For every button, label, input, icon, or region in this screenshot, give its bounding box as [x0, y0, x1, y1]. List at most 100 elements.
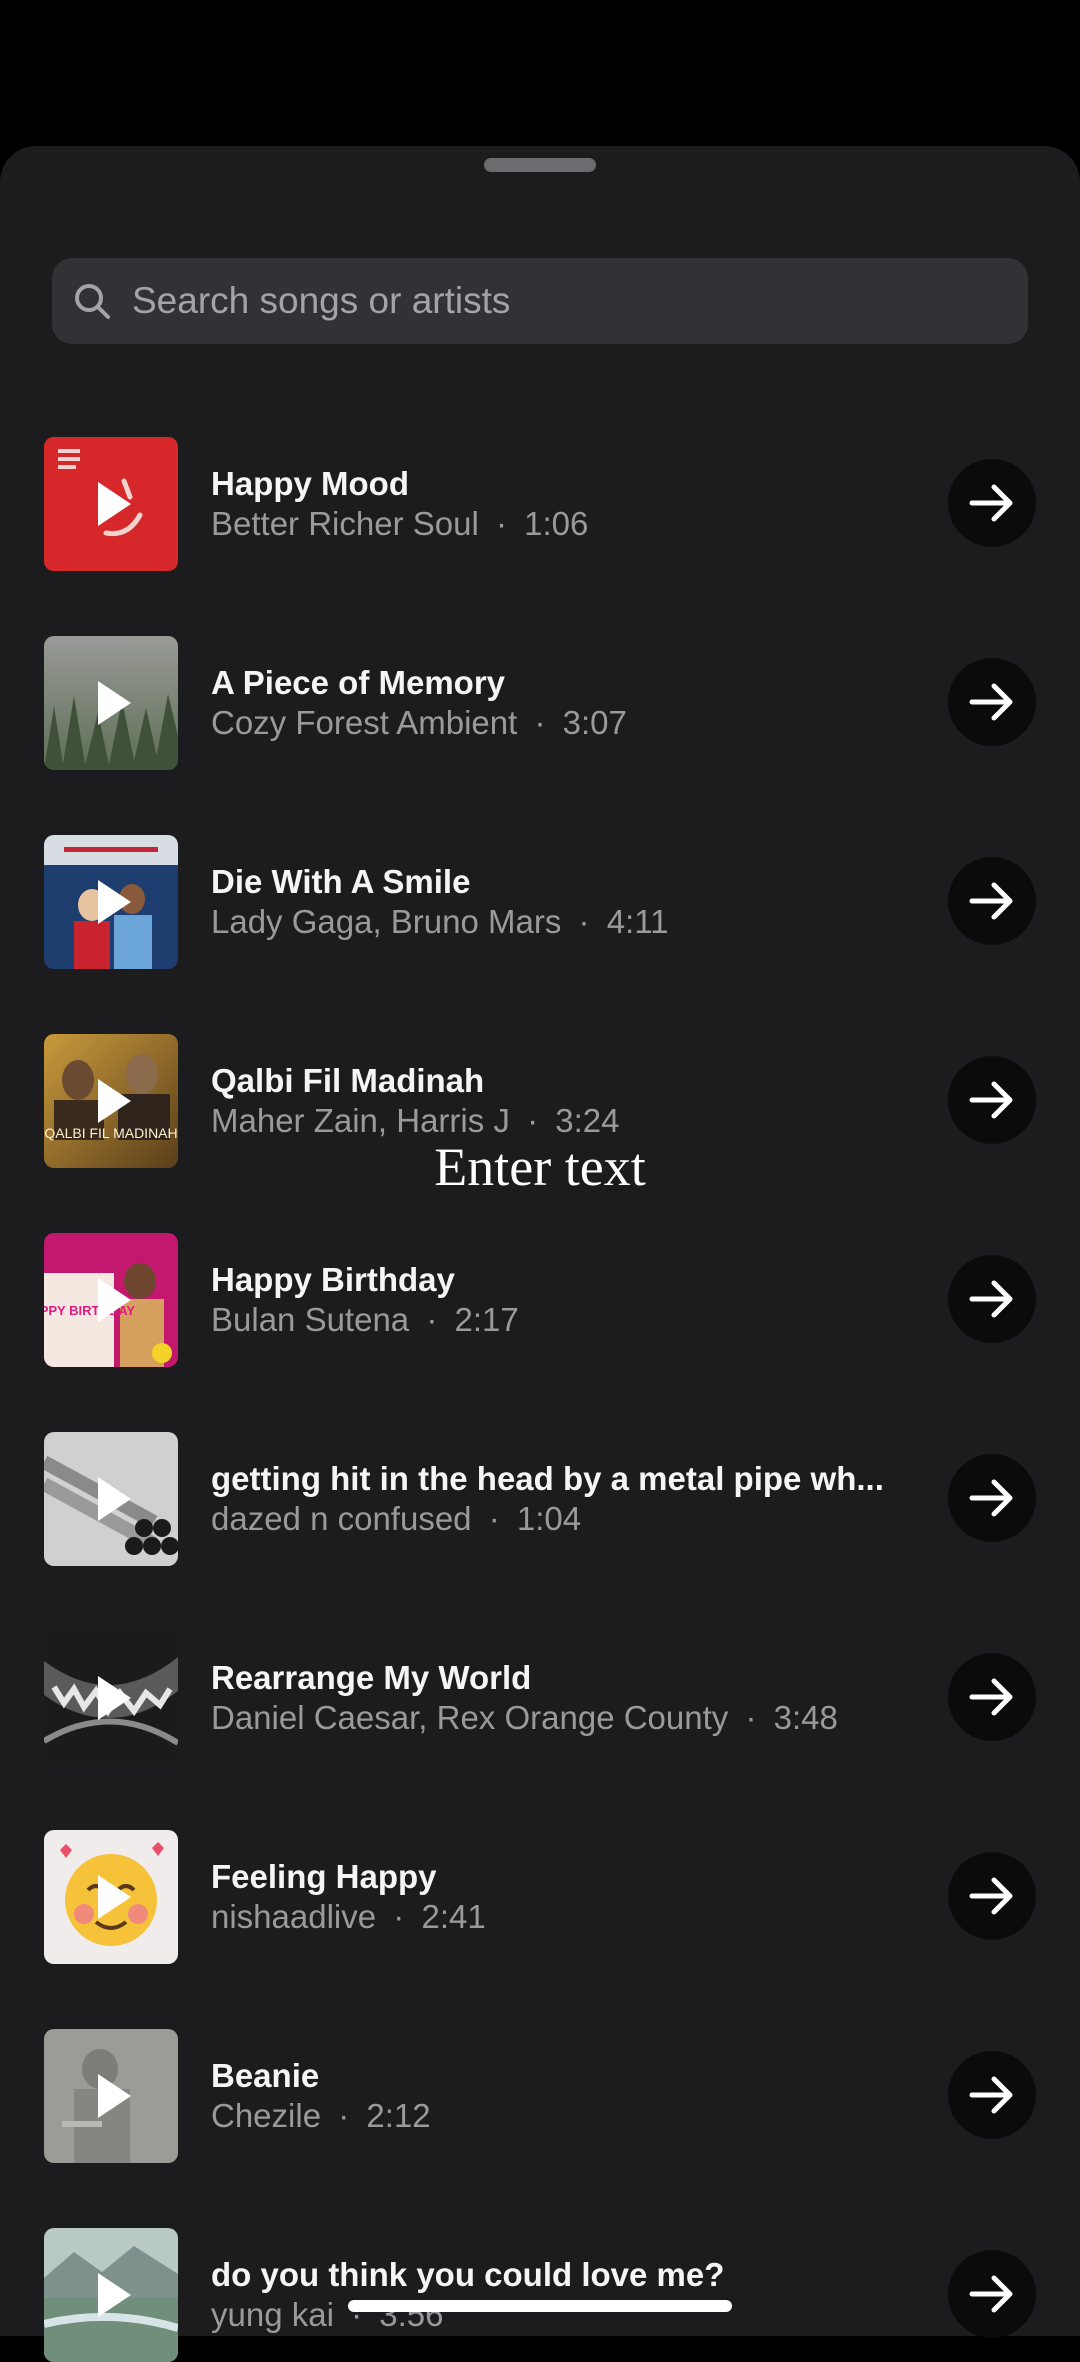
meta-separator: · — [527, 1102, 539, 1139]
select-song-button[interactable] — [948, 857, 1036, 945]
arrow-right-icon — [969, 1280, 1013, 1318]
song-duration: 4:11 — [606, 903, 669, 940]
song-duration: 3:48 — [773, 1699, 838, 1736]
arrow-right-icon — [969, 1081, 1013, 1119]
song-duration: 2:41 — [421, 1898, 486, 1935]
select-song-button[interactable] — [948, 1852, 1036, 1940]
song-duration: 1:06 — [524, 505, 589, 542]
song-artist: dazed n confused — [211, 1500, 472, 1537]
arrow-right-icon — [969, 882, 1013, 920]
song-artist: nishaadlive — [211, 1898, 377, 1935]
song-duration: 3:07 — [562, 704, 627, 741]
play-icon — [98, 2074, 131, 2118]
song-row[interactable]: Die With A Smile Lady Gaga, Bruno Mars ·… — [0, 835, 1080, 969]
play-icon — [98, 1079, 131, 1123]
song-title: Rearrange My World — [211, 1659, 532, 1696]
meta-separator: · — [488, 1500, 500, 1537]
play-icon — [98, 1278, 131, 1322]
song-artist: Better Richer Soul — [211, 505, 479, 542]
song-artist: Daniel Caesar, Rex Orange County — [211, 1699, 729, 1736]
meta-separator: · — [745, 1699, 757, 1736]
album-art[interactable] — [44, 2228, 178, 2362]
song-title: Feeling Happy — [211, 1858, 437, 1895]
song-duration: 1:04 — [516, 1500, 582, 1537]
song-row[interactable]: HAPPY BIRTHDAY Happy Birthday Bulan Sute… — [0, 1233, 1080, 1367]
song-title: A Piece of Memory — [211, 664, 506, 701]
song-title: Happy Mood — [211, 465, 409, 502]
play-icon — [98, 2273, 131, 2317]
song-row[interactable]: Feeling Happy nishaadlive · 2:41 — [0, 1830, 1080, 1964]
arrow-right-icon — [969, 2076, 1013, 2114]
song-meta: dazed n confused · 1:04 — [211, 1500, 931, 1538]
song-row[interactable]: do you think you could love me? yung kai… — [0, 2228, 1080, 2362]
select-song-button[interactable] — [948, 658, 1036, 746]
album-art[interactable] — [44, 1432, 178, 1566]
song-artist: Maher Zain, Harris J — [211, 1102, 510, 1139]
song-title: getting hit in the head by a metal pipe … — [211, 1460, 884, 1497]
song-row[interactable]: Rearrange My World Daniel Caesar, Rex Or… — [0, 1631, 1080, 1765]
arrow-right-icon — [969, 1877, 1013, 1915]
album-art[interactable] — [44, 636, 178, 770]
song-meta: nishaadlive · 2:41 — [211, 1898, 931, 1936]
select-song-button[interactable] — [948, 1454, 1036, 1542]
meta-separator: · — [534, 704, 546, 741]
select-song-button[interactable] — [948, 1056, 1036, 1144]
meta-separator: · — [495, 505, 507, 542]
album-art[interactable]: HAPPY BIRTHDAY — [44, 1233, 178, 1367]
search-input[interactable] — [130, 279, 994, 323]
arrow-right-icon — [969, 1479, 1013, 1517]
select-song-button[interactable] — [948, 459, 1036, 547]
song-artist: Lady Gaga, Bruno Mars — [211, 903, 562, 940]
song-artist: Bulan Sutena — [211, 1301, 410, 1338]
select-song-button[interactable] — [948, 2250, 1036, 2338]
meta-separator: · — [338, 2097, 350, 2134]
song-meta: Daniel Caesar, Rex Orange County · 3:48 — [211, 1699, 931, 1737]
select-song-button[interactable] — [948, 1255, 1036, 1343]
arrow-right-icon — [969, 2275, 1013, 2313]
song-row[interactable]: getting hit in the head by a metal pipe … — [0, 1432, 1080, 1566]
song-row[interactable]: Beanie Chezile · 2:12 — [0, 2029, 1080, 2163]
search-bar[interactable] — [52, 258, 1028, 344]
play-icon — [98, 1875, 131, 1919]
song-artist: Chezile — [211, 2097, 322, 2134]
search-icon — [75, 284, 110, 319]
song-title: Happy Birthday — [211, 1261, 455, 1298]
song-duration: 3:24 — [555, 1102, 620, 1139]
song-meta: Cozy Forest Ambient · 3:07 — [211, 704, 931, 742]
meta-separator: · — [578, 903, 590, 940]
arrow-right-icon — [969, 484, 1013, 522]
song-artist: Cozy Forest Ambient — [211, 704, 518, 741]
song-meta: Bulan Sutena · 2:17 — [211, 1301, 931, 1339]
play-icon — [98, 681, 131, 725]
play-icon — [98, 880, 131, 924]
arrow-right-icon — [969, 1678, 1013, 1716]
album-art[interactable] — [44, 835, 178, 969]
meta-separator: · — [393, 1898, 405, 1935]
sheet-grabber[interactable] — [484, 158, 596, 172]
album-art[interactable] — [44, 1830, 178, 1964]
album-art[interactable] — [44, 2029, 178, 2163]
song-meta: Maher Zain, Harris J · 3:24 — [211, 1102, 931, 1140]
song-title: Qalbi Fil Madinah — [211, 1062, 485, 1099]
select-song-button[interactable] — [948, 1653, 1036, 1741]
meta-separator: · — [426, 1301, 438, 1338]
play-icon — [98, 1477, 131, 1521]
song-artist: yung kai — [211, 2296, 334, 2333]
song-meta: Chezile · 2:12 — [211, 2097, 931, 2135]
song-row[interactable]: Happy Mood Better Richer Soul · 1:06 — [0, 437, 1080, 571]
play-icon — [98, 482, 131, 526]
song-title: Die With A Smile — [211, 863, 471, 900]
song-meta: Lady Gaga, Bruno Mars · 4:11 — [211, 903, 931, 941]
text-overlay-placeholder[interactable]: Enter text — [0, 1136, 1080, 1198]
song-row[interactable]: A Piece of Memory Cozy Forest Ambient · … — [0, 636, 1080, 770]
play-icon — [98, 1676, 131, 1720]
album-art[interactable] — [44, 1631, 178, 1765]
song-title: do you think you could love me? — [211, 2256, 725, 2293]
song-duration: 2:17 — [454, 1301, 519, 1338]
album-art[interactable] — [44, 437, 178, 571]
select-song-button[interactable] — [948, 2051, 1036, 2139]
arrow-right-icon — [969, 683, 1013, 721]
song-duration: 2:12 — [366, 2097, 431, 2134]
home-indicator[interactable] — [348, 2300, 732, 2312]
song-meta: Better Richer Soul · 1:06 — [211, 505, 931, 543]
